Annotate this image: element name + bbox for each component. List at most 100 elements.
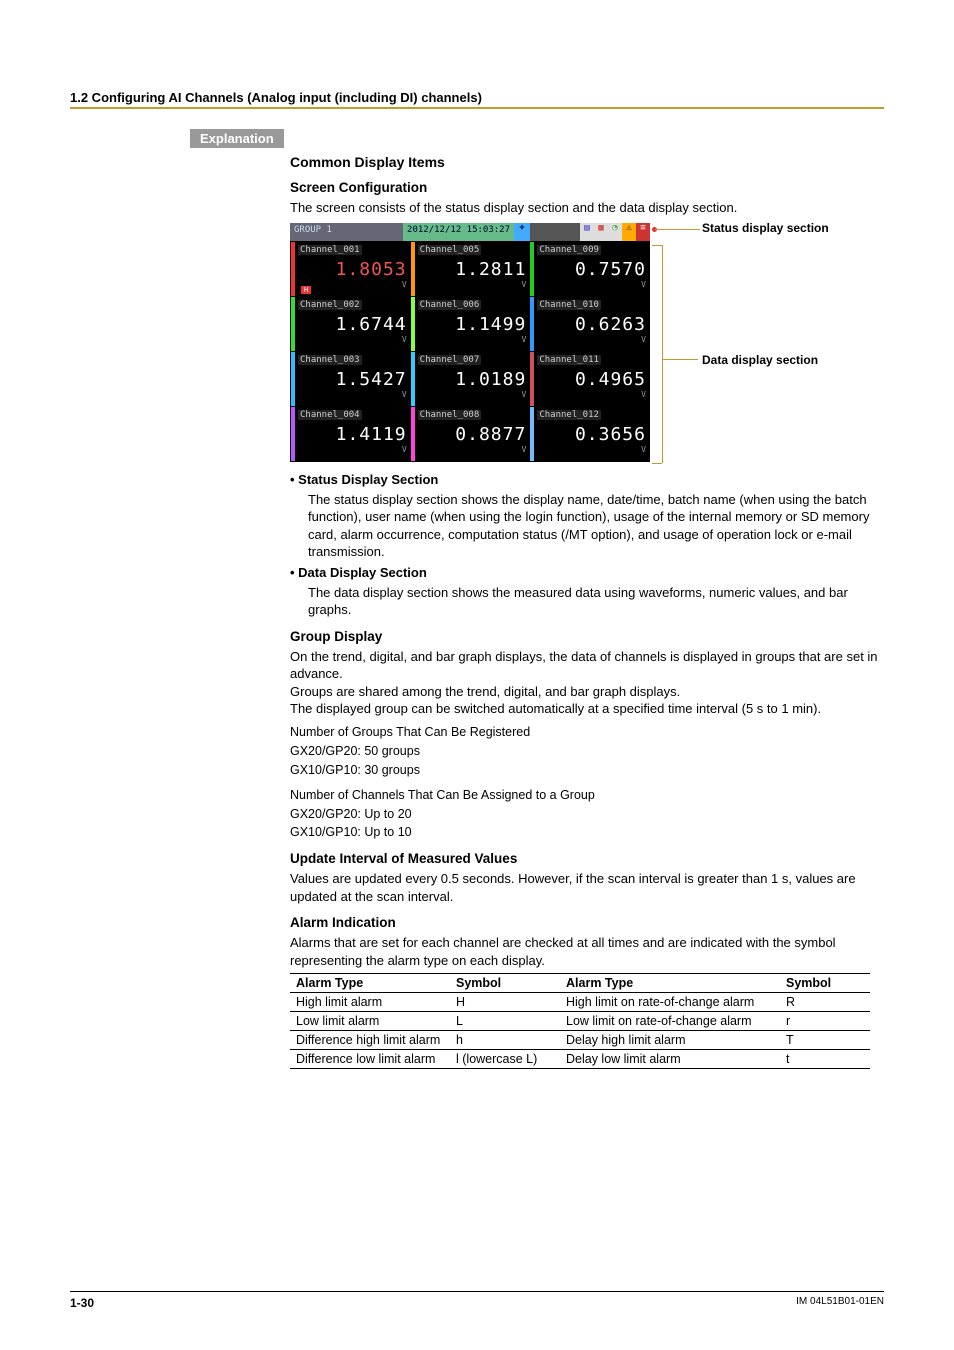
channel-cell: Channel_0120.3656V [530,407,649,461]
grid-icon: ▦ [594,223,608,241]
channel-unit: V [298,280,407,289]
table-cell: Delay low limit alarm [560,1050,780,1069]
alarm-badge: H [301,286,311,294]
table-header: Alarm Type [290,974,450,993]
table-row: Difference low limit alarml (lowercase L… [290,1050,870,1069]
num-groups-line1: GX20/GP20: 50 groups [290,743,890,760]
heading-alarm-indication: Alarm Indication [290,915,890,930]
statusbar-datetime: 2012/12/12 15:03:27 [403,223,514,241]
explanation-label: Explanation [190,129,284,148]
channel-name: Channel_005 [418,245,482,255]
table-cell: t [780,1050,870,1069]
menu-icon: ≡ [636,223,650,241]
channel-unit: V [537,280,646,289]
channel-cell: Channel_0021.6744V [291,297,410,351]
table-header: Alarm Type [560,974,780,993]
channel-unit: V [298,390,407,399]
table-cell: R [780,993,870,1012]
alarm-body: Alarms that are set for each channel are… [290,934,890,969]
table-header: Symbol [780,974,870,993]
channel-name: Channel_003 [298,355,362,365]
statusbar-group: GROUP 1 [294,225,332,235]
group-p3: The displayed group can be switched auto… [290,700,890,718]
data-callout-label: Data display section [702,353,818,367]
channel-name: Channel_011 [537,355,601,365]
channel-unit: V [537,390,646,399]
status-callout-line [655,229,700,230]
table-cell: Difference high limit alarm [290,1031,450,1050]
channel-cell: Channel_0041.4119V [291,407,410,461]
channel-value: 1.1499 [418,314,527,335]
table-row: High limit alarmHHigh limit on rate-of-c… [290,993,870,1012]
update-body: Values are updated every 0.5 seconds. Ho… [290,870,890,905]
channel-value: 0.3656 [537,424,646,445]
num-channels-heading: Number of Channels That Can Be Assigned … [290,787,890,804]
channel-name: Channel_012 [537,410,601,420]
channel-name: Channel_010 [537,300,601,310]
channel-name: Channel_006 [418,300,482,310]
num-groups-line2: GX10/GP10: 30 groups [290,762,890,779]
channel-unit: V [298,445,407,454]
table-cell: L [450,1012,560,1031]
channel-unit: V [418,335,527,344]
status-bar: GROUP 1 2012/12/12 15:03:27 + ▤ ▦ ◔ ⚠ ≡ [290,223,650,241]
statusbar-gauge [530,223,580,241]
status-callout-label: Status display section [702,221,829,235]
table-cell: High limit on rate-of-change alarm [560,993,780,1012]
table-cell: l (lowercase L) [450,1050,560,1069]
table-cell: Delay high limit alarm [560,1031,780,1050]
warning-icon: ⚠ [622,223,636,241]
channel-value: 0.6263 [537,314,646,335]
channel-name: Channel_009 [537,245,601,255]
channel-name: Channel_007 [418,355,482,365]
alarm-type-table: Alarm TypeSymbolAlarm TypeSymbol High li… [290,973,870,1069]
bullet-status-body: The status display section shows the dis… [308,491,890,561]
channel-name: Channel_004 [298,410,362,420]
screen-config-text: The screen consists of the status displa… [290,199,890,217]
channel-value: 1.5427 [298,369,407,390]
bullet-status-title: Status Display Section [290,472,890,487]
channel-name: Channel_008 [418,410,482,420]
channel-unit: V [537,335,646,344]
channel-cell: Channel_003 1.5427V [291,352,410,406]
channel-value: 0.4965 [537,369,646,390]
channel-name: Channel_001 [298,245,362,255]
channel-unit: V [298,335,407,344]
device-screenshot: GROUP 1 2012/12/12 15:03:27 + ▤ ▦ ◔ ⚠ ≡ … [290,223,890,462]
doc-id: IM 04L51B01-01EN [796,1296,884,1310]
channel-value: 1.8053 [298,259,407,280]
table-header: Symbol [450,974,560,993]
table-cell: T [780,1031,870,1050]
data-callout-line [662,359,698,360]
heading-update-interval: Update Interval of Measured Values [290,851,890,866]
section-rule [70,107,884,109]
data-callout-bracket [662,245,663,463]
plus-icon: + [514,223,530,241]
table-cell: Low limit alarm [290,1012,450,1031]
table-cell: r [780,1012,870,1031]
channel-cell: Channel_001 1.8053VH [291,242,410,296]
sd-card-icon: ▤ [580,223,594,241]
group-p2: Groups are shared among the trend, digit… [290,683,890,701]
memory-icon: ◔ [608,223,622,241]
table-row: Difference high limit alarmhDelay high l… [290,1031,870,1050]
channel-cell: Channel_0080.8877V [411,407,530,461]
section-path: 1.2 Configuring AI Channels (Analog inpu… [70,90,884,105]
channel-cell: Channel_010 0.6263V [530,297,649,351]
table-cell: H [450,993,560,1012]
channel-unit: V [418,445,527,454]
channel-unit: V [418,390,527,399]
table-row: Low limit alarmLLow limit on rate-of-cha… [290,1012,870,1031]
channel-value: 1.0189 [418,369,527,390]
channel-value: 1.2811 [418,259,527,280]
channel-value: 0.7570 [537,259,646,280]
channel-cell: Channel_011 0.4965V [530,352,649,406]
channel-cell: Channel_006 1.1499V [411,297,530,351]
channel-unit: V [418,280,527,289]
bullet-data-body: The data display section shows the measu… [308,584,890,619]
data-callout-bot [652,463,662,464]
table-cell: Low limit on rate-of-change alarm [560,1012,780,1031]
num-channels-line2: GX10/GP10: Up to 10 [290,824,890,841]
heading-common-display-items: Common Display Items [290,154,890,170]
page-number: 1-30 [70,1296,94,1310]
